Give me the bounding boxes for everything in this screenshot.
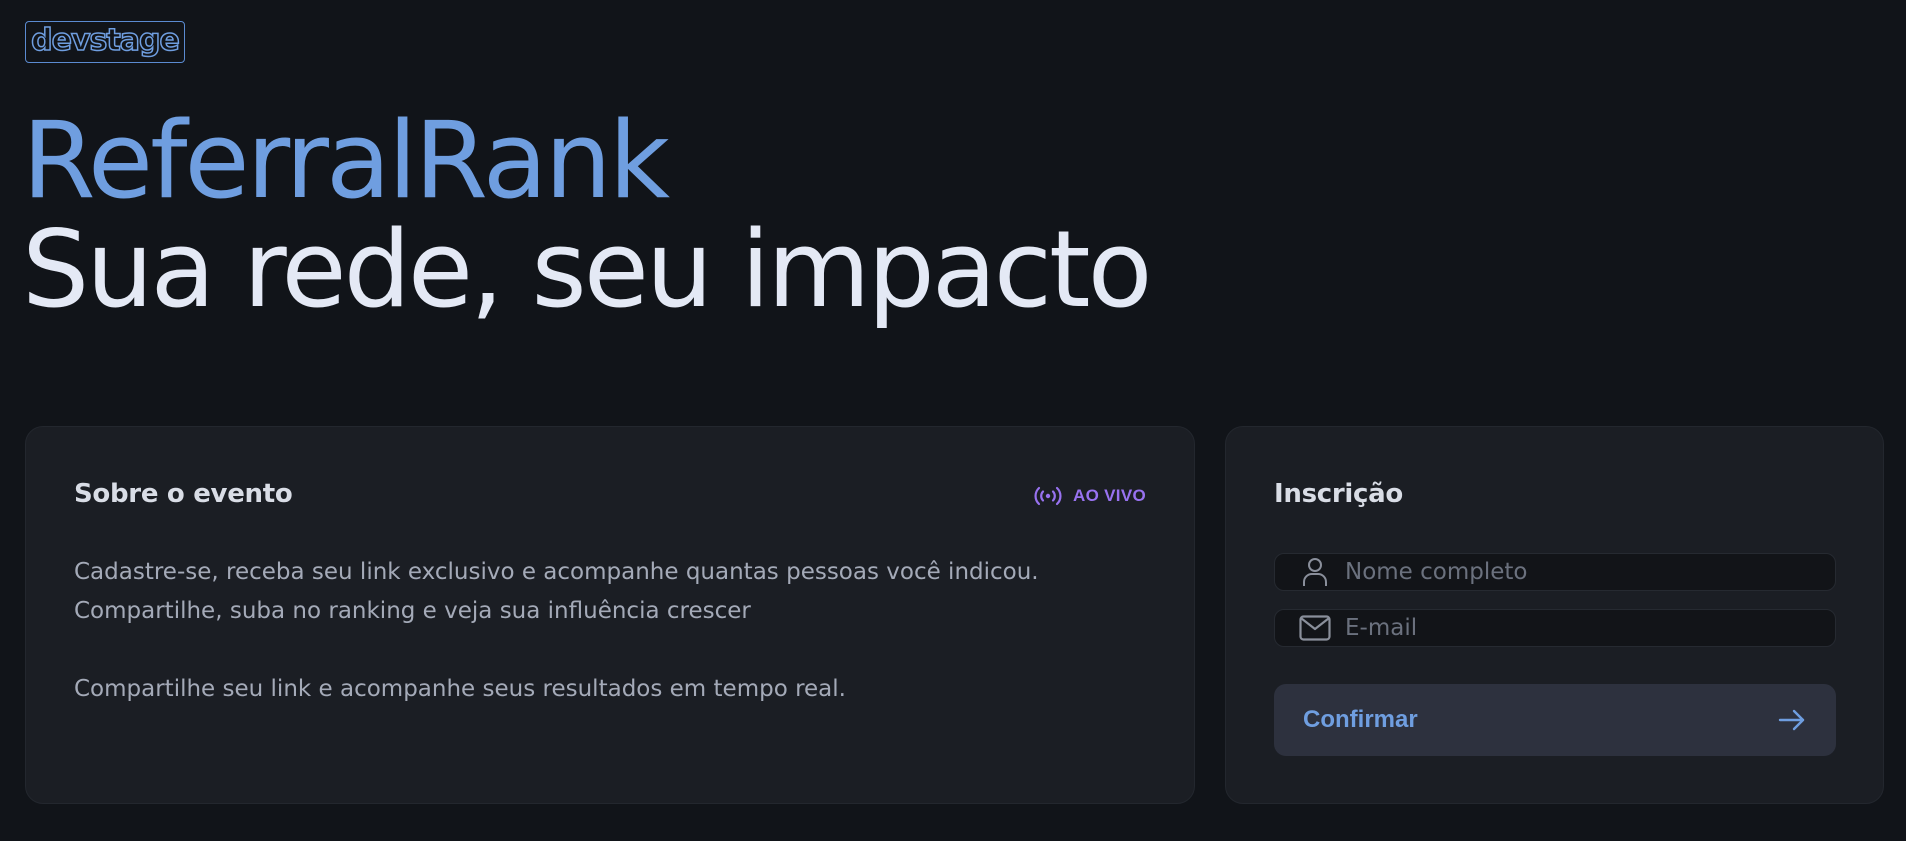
live-badge-label: AO VIVO xyxy=(1073,486,1146,505)
live-broadcast-icon xyxy=(1034,486,1062,506)
page: devstage ReferralRank Sua rede, seu impa… xyxy=(0,0,1906,841)
about-event-card: Sobre o evento AO VIVO Cadastre-se, rece… xyxy=(25,426,1195,804)
name-field[interactable] xyxy=(1274,553,1836,591)
signup-card: Inscrição Confirmar xyxy=(1225,426,1884,804)
hero-title: ReferralRank xyxy=(22,99,670,222)
email-input[interactable] xyxy=(1345,610,1823,646)
about-paragraph: Compartilhe seu link e acompanhe seus re… xyxy=(74,676,846,702)
signup-title: Inscrição xyxy=(1274,479,1403,509)
name-input[interactable] xyxy=(1345,554,1823,590)
about-paragraph: Cadastre-se, receba seu link exclusivo e… xyxy=(74,559,1039,624)
about-event-description: Cadastre-se, receba seu link exclusivo e… xyxy=(74,553,1134,709)
about-event-title: Sobre o evento xyxy=(74,479,293,509)
confirm-button-label: Confirmar xyxy=(1303,706,1418,733)
arrow-right-icon xyxy=(1778,709,1805,731)
logo-text: devstage xyxy=(30,22,180,58)
hero-subtitle: Sua rede, seu impacto xyxy=(22,208,1152,331)
devstage-logo[interactable]: devstage xyxy=(25,21,185,63)
email-field[interactable] xyxy=(1274,609,1836,647)
mail-icon xyxy=(1295,612,1335,644)
user-icon xyxy=(1295,556,1335,588)
live-badge: AO VIVO xyxy=(1033,485,1146,507)
confirm-button[interactable]: Confirmar xyxy=(1274,684,1836,756)
